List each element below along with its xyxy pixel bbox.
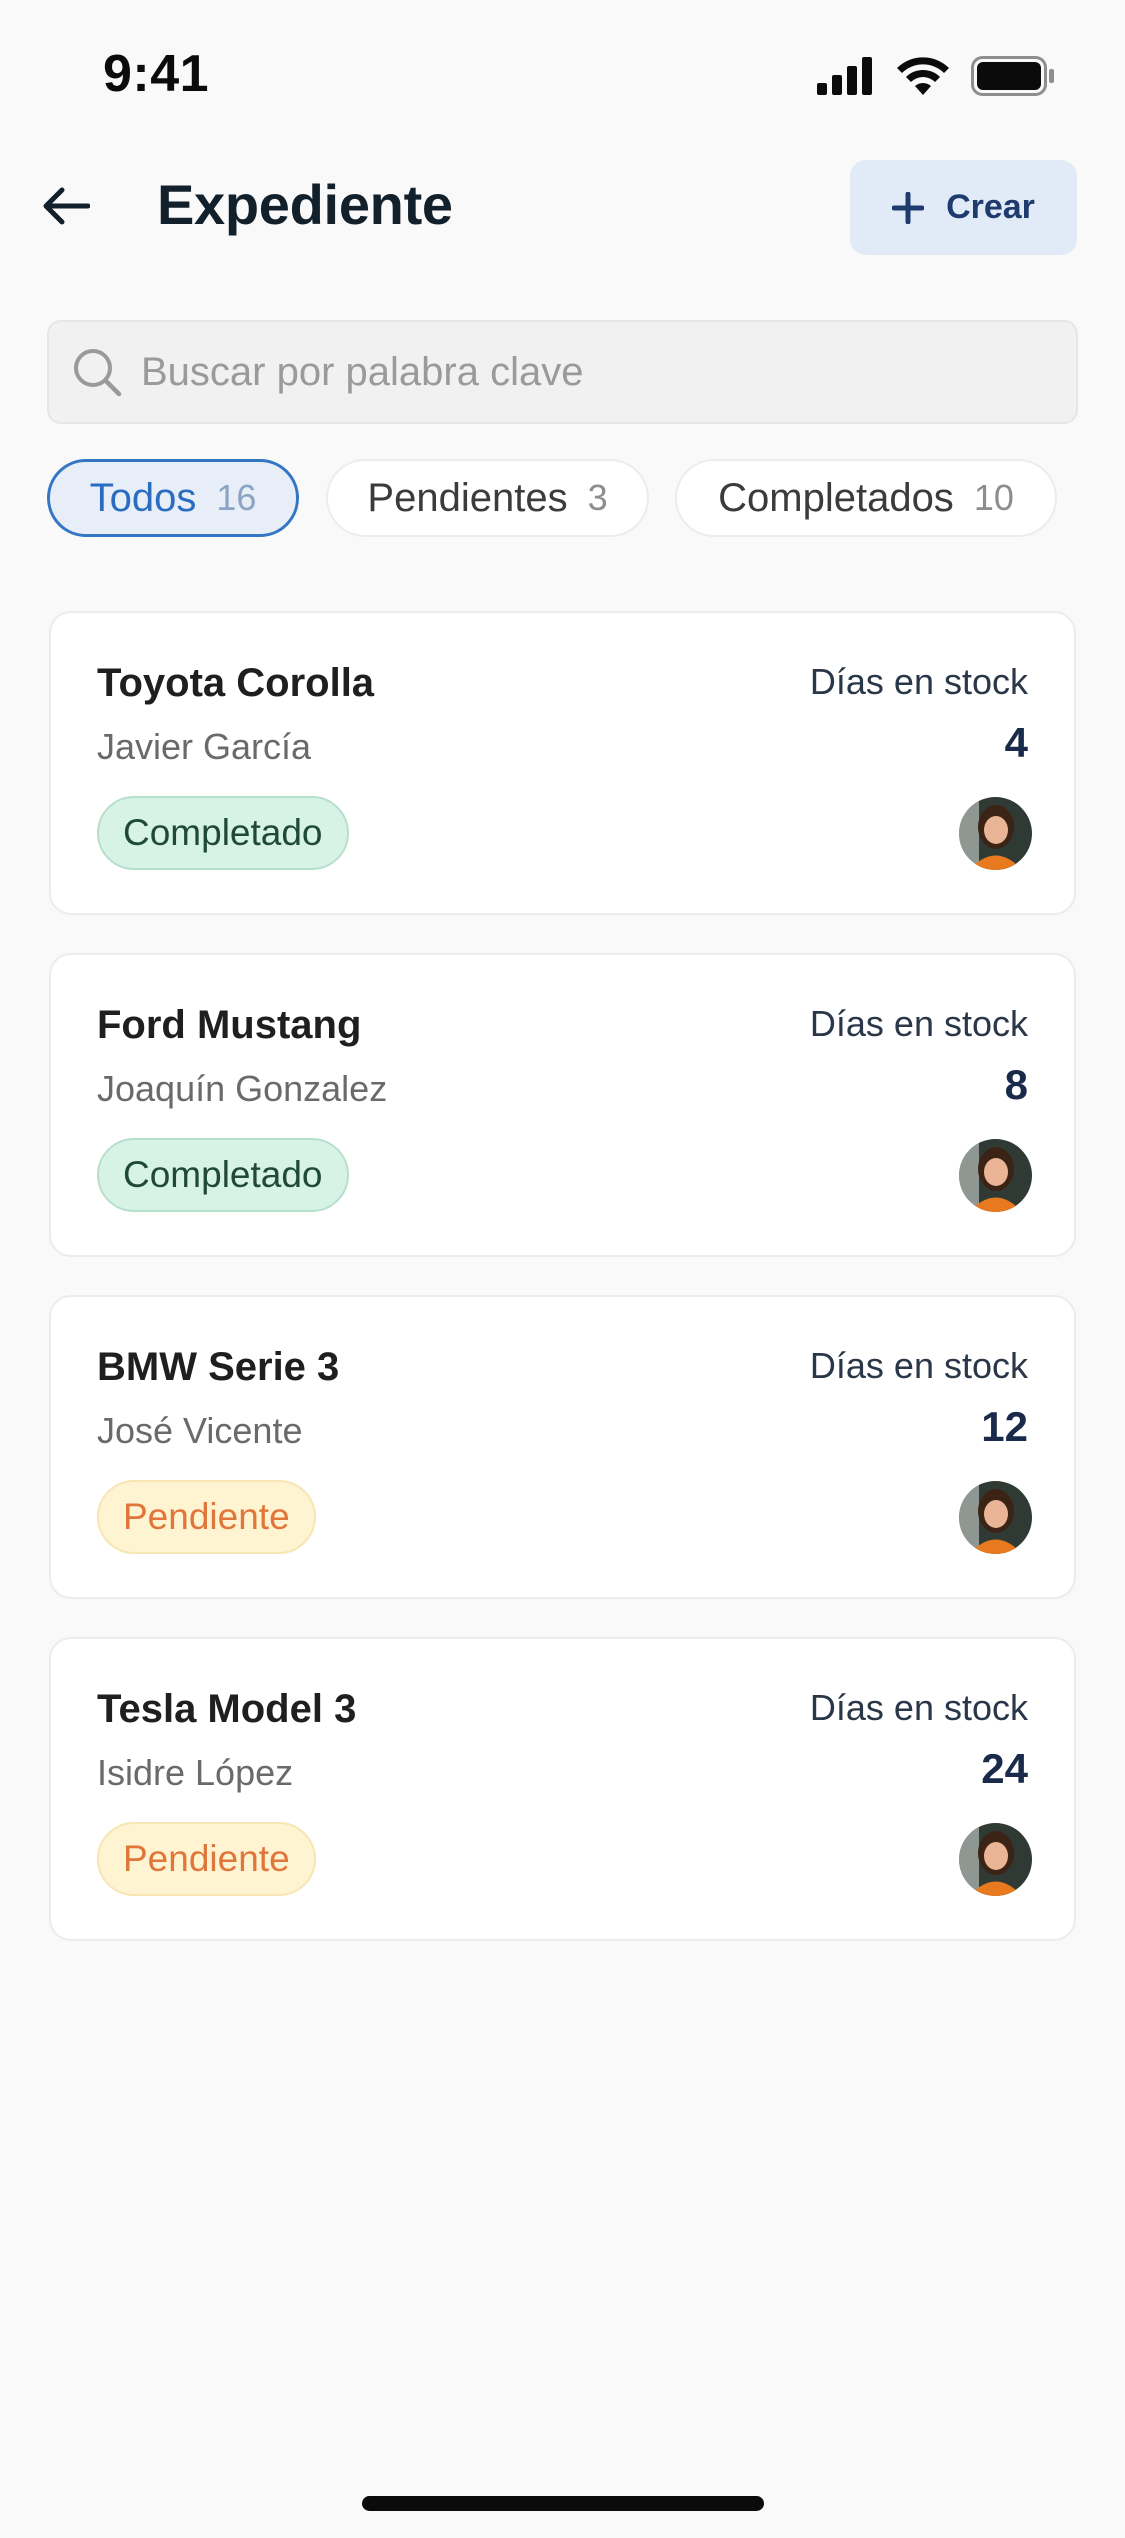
filter-chip-pendientes[interactable]: Pendientes 3 bbox=[326, 459, 649, 537]
vehicle-title: Ford Mustang bbox=[97, 1003, 362, 1047]
filter-chip-count: 16 bbox=[216, 477, 257, 518]
wifi-icon bbox=[897, 57, 949, 95]
days-in-stock-value: 24 bbox=[981, 1745, 1028, 1792]
days-in-stock-value: 8 bbox=[1004, 1061, 1028, 1108]
vehicle-card[interactable]: BMW Serie 3 José Vicente Pendiente Días … bbox=[49, 1295, 1076, 1599]
vehicle-card[interactable]: Tesla Model 3 Isidre López Pendiente Día… bbox=[49, 1637, 1076, 1941]
back-button[interactable] bbox=[36, 176, 96, 236]
page-title: Expediente bbox=[157, 173, 453, 236]
filter-chip-count: 3 bbox=[587, 477, 608, 518]
status-icons bbox=[817, 56, 1055, 96]
vehicle-title: BMW Serie 3 bbox=[97, 1345, 340, 1389]
battery-icon bbox=[971, 56, 1054, 96]
days-in-stock-label: Días en stock bbox=[809, 1003, 1028, 1044]
avatar bbox=[959, 797, 1032, 870]
avatar bbox=[959, 1481, 1032, 1554]
vehicle-owner: Isidre López bbox=[97, 1752, 294, 1793]
vehicle-title: Tesla Model 3 bbox=[97, 1687, 357, 1731]
signal-icon bbox=[817, 57, 872, 95]
vehicle-title: Toyota Corolla bbox=[97, 661, 375, 705]
search-input[interactable] bbox=[141, 349, 1076, 395]
days-in-stock-value: 4 bbox=[1004, 719, 1028, 766]
plus-icon bbox=[892, 191, 925, 224]
home-indicator[interactable] bbox=[362, 2496, 764, 2511]
search-bar bbox=[47, 320, 1078, 424]
filter-chip-completados[interactable]: Completados 10 bbox=[675, 459, 1057, 537]
filter-chip-label: Todos bbox=[89, 475, 197, 520]
avatar bbox=[959, 1823, 1032, 1896]
filter-chip-label: Pendientes bbox=[367, 475, 568, 520]
vehicle-owner: Joaquín Gonzalez bbox=[97, 1068, 388, 1109]
days-in-stock-label: Días en stock bbox=[809, 1345, 1028, 1386]
vehicle-card[interactable]: Ford Mustang Joaquín Gonzalez Completado… bbox=[49, 953, 1076, 1257]
vehicle-owner: Javier García bbox=[97, 726, 312, 767]
search-icon bbox=[74, 349, 122, 397]
days-in-stock-value: 12 bbox=[981, 1403, 1028, 1450]
create-button-label: Crear bbox=[946, 188, 1035, 226]
vehicle-card[interactable]: Toyota Corolla Javier García Completado … bbox=[49, 611, 1076, 915]
status-badge: Pendiente bbox=[97, 1480, 316, 1554]
days-in-stock-label: Días en stock bbox=[809, 1687, 1028, 1728]
status-badge: Completado bbox=[97, 1138, 349, 1212]
filter-chip-count: 10 bbox=[973, 477, 1014, 518]
days-in-stock-label: Días en stock bbox=[809, 661, 1028, 702]
status-bar: 9:41 bbox=[0, 0, 1125, 150]
vehicle-owner: José Vicente bbox=[97, 1410, 303, 1451]
status-badge: Completado bbox=[97, 796, 349, 870]
create-button[interactable]: Crear bbox=[850, 160, 1077, 255]
status-time: 9:41 bbox=[103, 45, 210, 103]
filter-chip-label: Completados bbox=[718, 475, 954, 520]
filter-chip-todos[interactable]: Todos 16 bbox=[47, 459, 299, 537]
status-badge: Pendiente bbox=[97, 1822, 316, 1896]
back-arrow-icon bbox=[43, 187, 90, 225]
avatar bbox=[959, 1139, 1032, 1212]
header: Expediente Crear bbox=[0, 150, 1125, 270]
